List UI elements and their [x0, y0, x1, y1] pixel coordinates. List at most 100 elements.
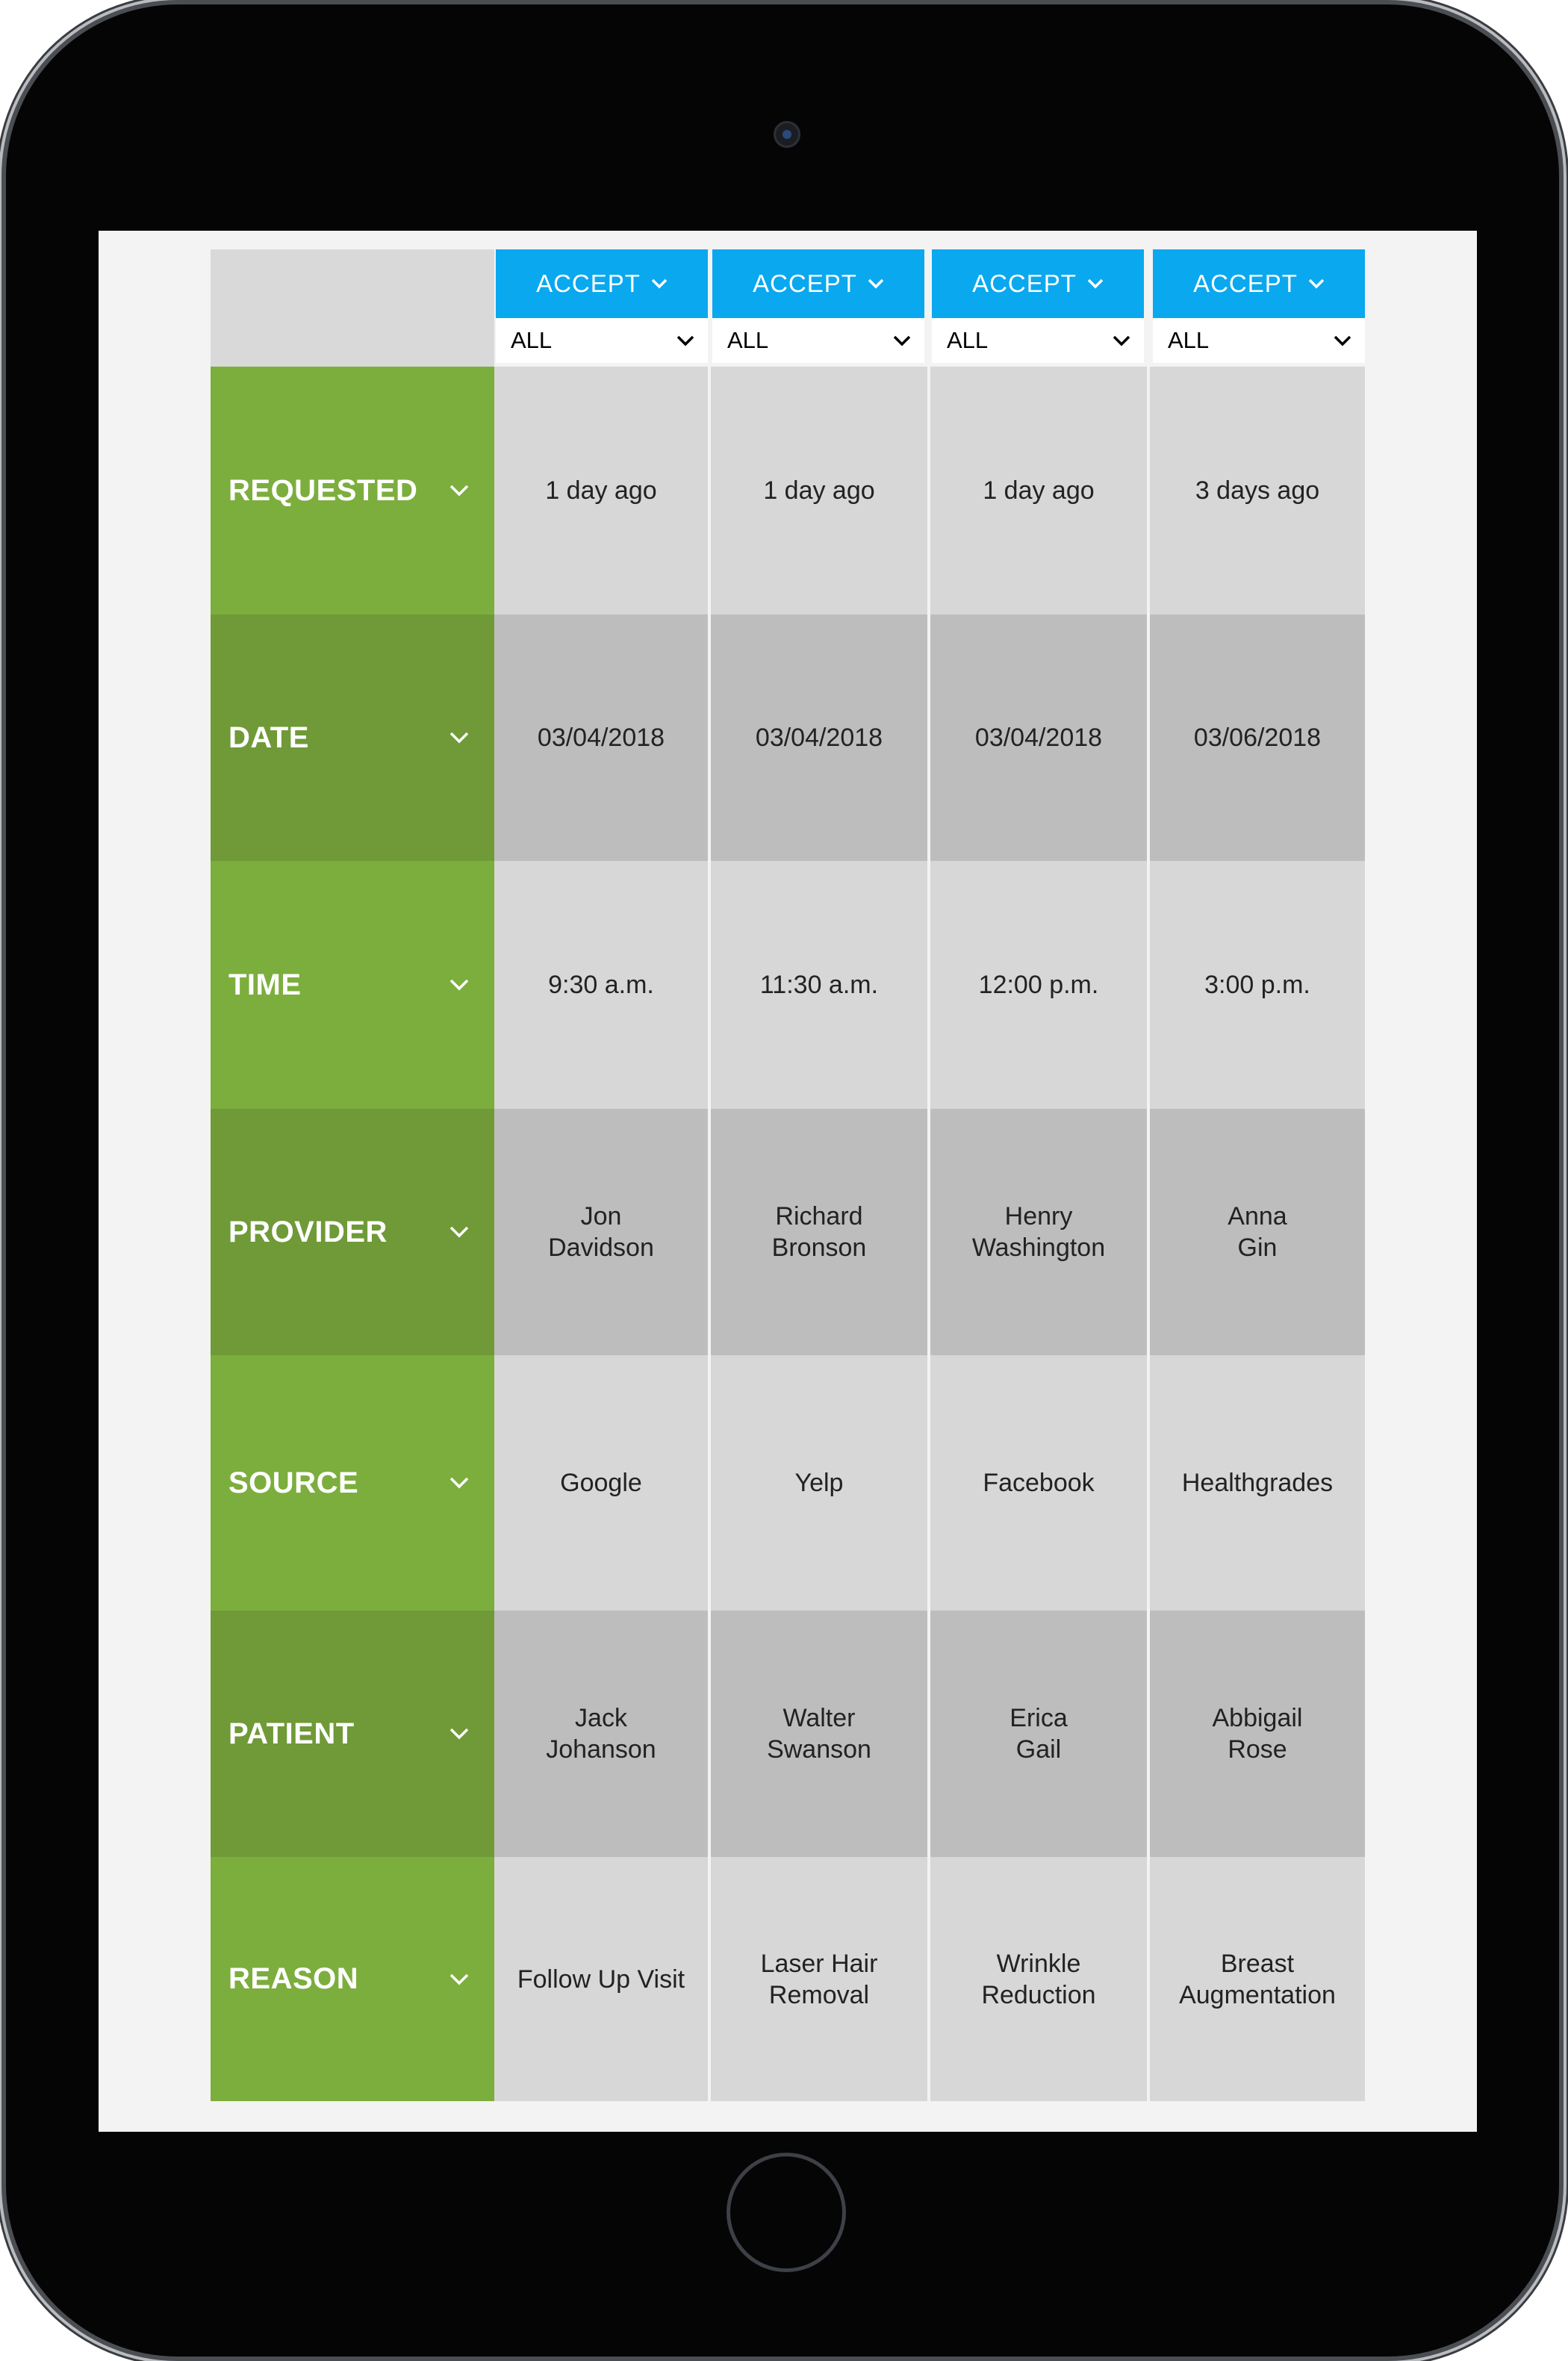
- row-header-label: REQUESTED: [228, 473, 418, 507]
- cell-text-line: Bronson: [771, 1234, 867, 1262]
- cell-text-line: 03/06/2018: [1193, 724, 1322, 752]
- chevron-down-icon: [449, 732, 469, 744]
- table-cell: 3 days ago: [1150, 367, 1365, 615]
- appointment-requests-table: ACCEPT ALL ACCEPT ALL ACCEPT ALL ACCEPT …: [211, 249, 1365, 2101]
- table-cell: Wrinkle Reduction: [930, 1857, 1147, 2101]
- table-cell: Abbigail Rose: [1150, 1611, 1365, 1857]
- table-cell: 12:00 p.m.: [930, 861, 1147, 1109]
- cell-text-line: Abbigail: [1212, 1704, 1303, 1732]
- table-cell: Anna Gin: [1150, 1109, 1365, 1355]
- table-row: DATE 03/04/2018 03/04/2018 03/04/2018 03…: [211, 615, 1365, 861]
- table-cell: Facebook: [930, 1355, 1147, 1611]
- row-header-provider[interactable]: PROVIDER: [211, 1109, 494, 1355]
- row-header-requested[interactable]: REQUESTED: [211, 367, 494, 615]
- cell-text-line: Jack: [575, 1704, 627, 1732]
- cell-text-line: Swanson: [767, 1735, 871, 1764]
- chevron-down-icon: [449, 1226, 469, 1238]
- table-cell: 1 day ago: [711, 367, 927, 615]
- cell-text-line: 3 days ago: [1195, 476, 1320, 505]
- cell-text-line: 03/04/2018: [537, 724, 665, 752]
- table-cell: Healthgrades: [1150, 1355, 1365, 1611]
- table-cell: Jack Johanson: [494, 1611, 708, 1857]
- chevron-down-icon: [449, 1477, 469, 1489]
- column-header: ACCEPT ALL: [496, 249, 708, 367]
- accept-button-label: ACCEPT: [1193, 270, 1298, 297]
- cell-text-line: 03/04/2018: [974, 724, 1103, 752]
- cell-text-line: Augmentation: [1179, 1980, 1336, 2009]
- cell-text-line: Walter: [783, 1704, 856, 1732]
- camera-icon: [774, 121, 800, 148]
- accept-button-label: ACCEPT: [972, 270, 1077, 297]
- cell-text-line: Yelp: [794, 1469, 844, 1497]
- accept-button-label: ACCEPT: [536, 270, 641, 297]
- row-header-time[interactable]: TIME: [211, 861, 494, 1109]
- table-cell: Jon Davidson: [494, 1109, 708, 1355]
- cell-text-line: 9:30 a.m.: [548, 971, 654, 999]
- column-divider: [1147, 367, 1150, 2101]
- filter-select[interactable]: ALL: [932, 318, 1144, 363]
- table-cell: 3:00 p.m.: [1150, 861, 1365, 1109]
- table-cell: Follow Up Visit: [494, 1857, 708, 2101]
- home-button[interactable]: [727, 2153, 846, 2272]
- cell-text-line: Breast: [1220, 1949, 1295, 1978]
- table-cell: 03/04/2018: [930, 615, 1147, 861]
- filter-select[interactable]: ALL: [496, 318, 708, 363]
- cell-text-line: Rose: [1228, 1735, 1287, 1764]
- cell-text-line: Washington: [971, 1234, 1106, 1262]
- filter-select[interactable]: ALL: [1153, 318, 1365, 363]
- chevron-down-icon: [449, 1973, 469, 1985]
- table-cell: 9:30 a.m.: [494, 861, 708, 1109]
- filter-value: ALL: [1168, 327, 1210, 353]
- table-cell: 1 day ago: [494, 367, 708, 615]
- column-divider: [927, 367, 930, 2101]
- chevron-down-icon: [1087, 279, 1104, 289]
- row-header-date[interactable]: DATE: [211, 615, 494, 861]
- cell-text-line: Google: [560, 1469, 642, 1497]
- table-cell: 11:30 a.m.: [711, 861, 927, 1109]
- chevron-down-icon: [868, 279, 884, 289]
- row-header-patient[interactable]: PATIENT: [211, 1611, 494, 1857]
- cell-text-line: Reduction: [981, 1980, 1096, 2009]
- cell-text-line: Follow Up Visit: [517, 1965, 685, 1994]
- column-header: ACCEPT ALL: [712, 249, 924, 367]
- table-cell: Henry Washington: [930, 1109, 1147, 1355]
- table-cell: 03/04/2018: [494, 615, 708, 861]
- table-row: SOURCE Google Yelp Facebook Healthgrades: [211, 1355, 1365, 1611]
- cell-text-line: 11:30 a.m.: [759, 971, 879, 999]
- row-header-source[interactable]: SOURCE: [211, 1355, 494, 1611]
- cell-text-line: Gail: [1015, 1735, 1062, 1764]
- chevron-down-icon: [1308, 279, 1325, 289]
- cell-text-line: 1 day ago: [545, 476, 657, 505]
- accept-button[interactable]: ACCEPT: [496, 249, 708, 318]
- cell-text-line: 03/04/2018: [755, 724, 883, 752]
- chevron-down-icon: [449, 979, 469, 991]
- table-row: PATIENT Jack Johanson Walter Swanson Erica…: [211, 1611, 1365, 1857]
- table-cell: Laser Hair Removal: [711, 1857, 927, 2101]
- cell-text-line: Gin: [1237, 1234, 1278, 1262]
- accept-button[interactable]: ACCEPT: [932, 249, 1144, 318]
- chevron-down-icon: [651, 279, 668, 289]
- cell-text-line: Wrinkle: [996, 1949, 1081, 1978]
- table-corner: [211, 249, 494, 367]
- filter-value: ALL: [727, 327, 769, 353]
- table-row: TIME 9:30 a.m. 11:30 a.m. 12:00 p.m. 3:0…: [211, 861, 1365, 1109]
- column-header: ACCEPT ALL: [932, 249, 1144, 367]
- cell-text-line: 1 day ago: [763, 476, 875, 505]
- table-row: REASON Follow Up Visit Laser Hair Removal…: [211, 1857, 1365, 2101]
- row-header-label: SOURCE: [228, 1466, 359, 1499]
- cell-text-line: Richard: [775, 1202, 863, 1231]
- table-cell: 03/06/2018: [1150, 615, 1365, 861]
- cell-text-line: Laser Hair: [760, 1949, 878, 1978]
- filter-select[interactable]: ALL: [712, 318, 924, 363]
- chevron-down-icon: [676, 335, 694, 346]
- table-row: REQUESTED 1 day ago 1 day ago 1 day ago …: [211, 367, 1365, 615]
- chevron-down-icon: [449, 1728, 469, 1740]
- table-cell: Breast Augmentation: [1150, 1857, 1365, 2101]
- row-header-reason[interactable]: REASON: [211, 1857, 494, 2101]
- column-divider: [708, 367, 711, 2101]
- column-header: ACCEPT ALL: [1153, 249, 1365, 367]
- chevron-down-icon: [1113, 335, 1130, 346]
- accept-button[interactable]: ACCEPT: [1153, 249, 1365, 318]
- accept-button[interactable]: ACCEPT: [712, 249, 924, 318]
- cell-text-line: Anna: [1228, 1202, 1287, 1231]
